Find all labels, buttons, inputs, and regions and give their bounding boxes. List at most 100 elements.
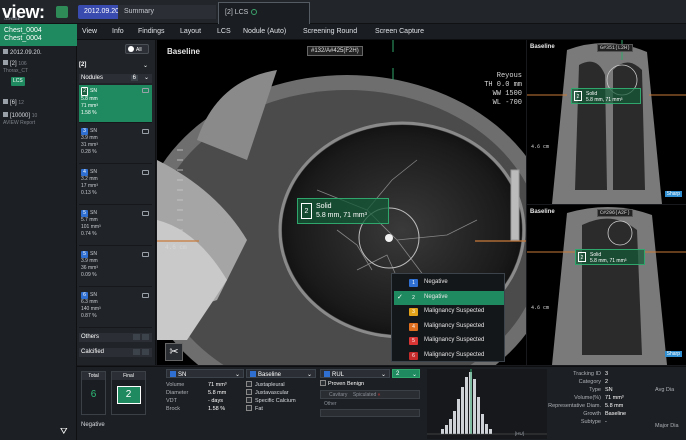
check-icon (128, 46, 134, 52)
info-value: SN (605, 387, 613, 393)
metric-label: Brock (166, 406, 181, 412)
feature-checkbox[interactable]: Specific Calcium (246, 397, 316, 405)
nodule-item[interactable]: 5 SN 3.9 mm 36 mm³ 0.09 % (79, 249, 152, 287)
all-button[interactable]: All (125, 44, 149, 54)
metric-row: VDT - days (166, 397, 244, 405)
others-label: Others (81, 334, 100, 340)
nodule-item[interactable]: 4 SN 3.2 mm 17 mm³ 0.13 % (79, 167, 152, 205)
nodule-volume: 36 mm³ (81, 265, 98, 271)
menu-nodule-auto[interactable]: Nodule (Auto) (243, 28, 286, 35)
capture-icon[interactable] (142, 293, 149, 298)
series-item-6[interactable]: [6] 12 (0, 97, 77, 109)
patient-item-active[interactable]: Chest_0004 Chest_0004 (0, 24, 77, 46)
dropdown-option[interactable]: 5 Malignancy Suspected (394, 334, 504, 348)
info-label: Growth (583, 411, 601, 417)
nodule-info: Tracking ID 3 Category 2 Type SN Volume(%) 71 m… (548, 370, 631, 426)
nodule-diameter: 6.3 mm (81, 299, 98, 305)
feature-checkbox[interactable]: Fat (246, 405, 316, 413)
dropdown-option[interactable]: 1 Negative (394, 276, 504, 290)
feature-checkbox[interactable]: Juxtapleural (246, 381, 316, 389)
info-value: 71 mm³ (605, 395, 624, 401)
nodule-item[interactable]: 5 SN 5.7 mm 101 mm³ 0.74 % (79, 208, 152, 246)
avg-dia-label: Avg Dia (655, 387, 675, 393)
category-number: 5 (409, 337, 418, 345)
proven-checkbox[interactable]: Proven Benign (320, 380, 420, 388)
location-value: RUL (332, 372, 345, 378)
feature-checkbox[interactable]: Juxtavascular (246, 389, 316, 397)
info-label: Type (589, 387, 601, 393)
round-value: Baseline (258, 372, 282, 378)
patient-title: Chest_0004 (4, 27, 42, 34)
viewer-label: Baseline (167, 47, 200, 56)
others-section[interactable]: Others (79, 333, 152, 342)
calcified-section[interactable]: Calcified (79, 348, 152, 357)
nodule-percent: 0.13 % (81, 190, 97, 196)
finding-callout[interactable]: 2 Solid 5.8 mm, 71 mm³ (297, 198, 389, 224)
nodule-percent: 0.74 % (81, 231, 97, 237)
series-item-2[interactable]: [2] 106 Thorax_CT LCS (0, 58, 77, 88)
nodule-item[interactable]: 3 SN 3.9 mm 31 mm³ 0.28 % (79, 126, 152, 164)
capture-icon[interactable] (142, 170, 149, 175)
location-color-icon (324, 371, 330, 377)
menu-findings[interactable]: Findings (138, 28, 164, 35)
tools-icon[interactable]: ✂ (165, 343, 183, 361)
dropdown-option[interactable]: 4 Malignancy Suspected (394, 320, 504, 334)
finding-callout[interactable]: 2 Solid 5.8 mm, 71 mm³ (571, 88, 641, 104)
series-icon (3, 99, 8, 104)
other-input[interactable] (320, 409, 420, 417)
menu-info[interactable]: Info (112, 28, 124, 35)
checkbox-box (320, 380, 326, 386)
capture-icon[interactable] (142, 129, 149, 134)
capture-icon[interactable] (142, 211, 149, 216)
coronal-viewer[interactable]: Baseline G#351(L2H) 4.6 cm 2 Solid 5.8 m… (527, 40, 686, 204)
metrics-list: Volume 71 mm³ Diameter 5.8 mm VDT - days Brock… (166, 381, 244, 413)
nodule-item[interactable]: 6 SN 6.3 mm 140 mm³ 0.87 % (79, 290, 152, 328)
tab-lcs[interactable]: [2] LCS (218, 2, 310, 24)
collapse-box (142, 334, 149, 340)
tab-summary[interactable]: Summary (118, 5, 216, 19)
dropdown-option[interactable]: 6 Malignancy Suspected (394, 349, 504, 363)
nodules-header-label: Nodules (81, 75, 104, 81)
info-label: Category (578, 379, 601, 385)
menu-screen-capture[interactable]: Screen Capture (375, 28, 424, 35)
image-tag: C#296(A2F) (597, 209, 634, 217)
menu-lcs[interactable]: LCS (217, 28, 231, 35)
chevron-down-icon[interactable]: ⌄ (143, 62, 148, 69)
checkbox-label: Specific Calcium (255, 398, 296, 404)
menu-view[interactable]: View (82, 28, 97, 35)
filter-icon[interactable]: ⛛ (60, 426, 68, 437)
chevron-down-icon: ⌄ (306, 372, 312, 378)
info-label: Tracking ID (573, 371, 601, 377)
finding-callout[interactable]: 2 Solid 5.8 mm, 71 mm³ (575, 249, 645, 265)
menu-layout[interactable]: Layout (180, 28, 201, 35)
round-select[interactable]: Baseline ⌄ (246, 369, 316, 378)
sagittal-viewer[interactable]: Baseline C#296(A2F) 4.6 cm 2 Solid 5.8 m… (527, 205, 686, 365)
spiculated-option: Spiculated (352, 392, 377, 398)
metric-label: Diameter (166, 390, 189, 396)
final-value[interactable]: 2 (116, 386, 141, 404)
image-tag: G#351(L2H) (597, 44, 634, 52)
option-label: Negative (424, 279, 448, 285)
capture-icon[interactable] (142, 88, 149, 93)
nodule-detail-panel: Total 6 Final 2 Negative SN ⌄ Baseline ⌄ R… (77, 366, 686, 440)
count-box (133, 334, 140, 340)
nodule-number: 4 (81, 169, 88, 176)
series-item-10000[interactable]: [10000] 10 AVIEW Report (0, 110, 77, 129)
dropdown-option[interactable]: ✓ 2 Negative (394, 290, 504, 305)
option-label: Malignancy Suspected (424, 337, 485, 343)
total-value: 6 (90, 389, 97, 400)
nodules-header[interactable]: Nodules 6 ⌄ (79, 74, 152, 83)
final-label: Final (112, 372, 145, 380)
type-select[interactable]: SN ⌄ (166, 369, 244, 378)
nodule-item[interactable]: 2 SN 5.8 mm 71 mm³ 1.58 % (79, 85, 152, 123)
total-box: Total 6 (81, 371, 106, 415)
finding-number: 2 (574, 91, 582, 101)
option-label: Malignancy Suspected (424, 322, 485, 329)
capture-icon[interactable] (142, 252, 149, 257)
menu-screening-round[interactable]: Screening Round (303, 28, 357, 35)
patient-sub: Chest_0004 (4, 35, 42, 42)
category-select[interactable]: 2 ⌄ (392, 369, 420, 378)
proven-options[interactable]: Cavitary Spiculated « (320, 390, 420, 399)
dropdown-option[interactable]: 3 Malignancy Suspected (394, 305, 504, 319)
location-select[interactable]: RUL ⌄ (320, 369, 390, 378)
